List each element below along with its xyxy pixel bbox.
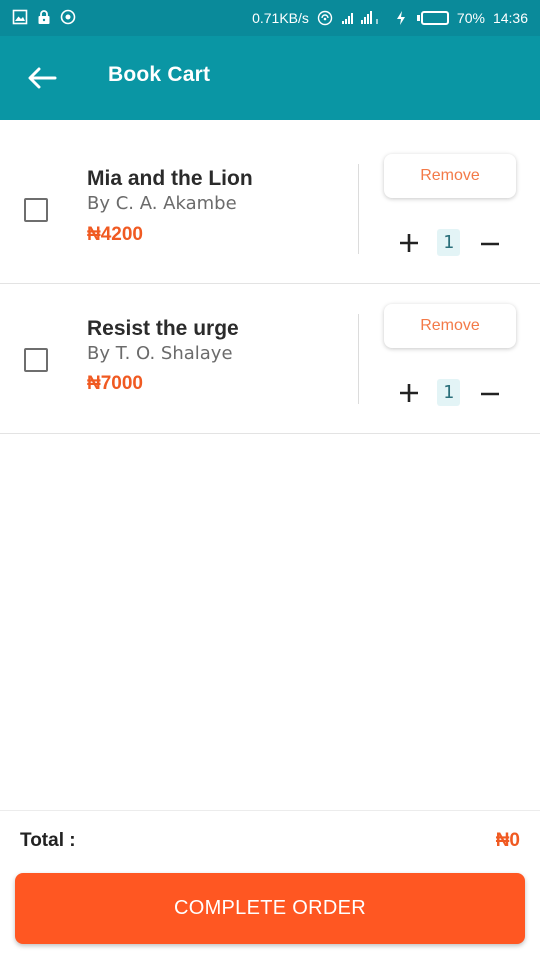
complete-order-button[interactable]: COMPLETE ORDER xyxy=(15,873,525,944)
network-speed: 0.71KB/s xyxy=(252,10,309,26)
lock-icon xyxy=(38,10,50,24)
charging-icon xyxy=(396,11,405,25)
cart-item: Mia and the Lion By C. A. Akambe ₦4200 R… xyxy=(0,134,540,284)
status-left-icons xyxy=(12,9,76,25)
quantity-stepper: 1 xyxy=(396,228,506,258)
cart-item: Resist the urge By T. O. Shalaye ₦7000 R… xyxy=(0,284,540,434)
select-item-checkbox[interactable] xyxy=(24,348,48,372)
book-author: By T. O. Shalaye xyxy=(87,343,233,364)
status-bar: 0.71KB/s 70% 14:36 xyxy=(0,0,540,36)
vertical-divider xyxy=(358,314,359,404)
clock: 14:36 xyxy=(492,10,528,26)
book-price: ₦7000 xyxy=(87,373,143,394)
quantity-stepper: 1 xyxy=(396,378,506,408)
app-bar: Book Cart xyxy=(0,36,540,120)
total-label: Total : xyxy=(20,830,76,851)
status-right: 0.71KB/s 70% 14:36 xyxy=(252,0,528,36)
battery-nub xyxy=(416,15,420,21)
hotspot-icon xyxy=(317,10,333,26)
back-button[interactable] xyxy=(22,60,62,96)
page-title: Book Cart xyxy=(108,63,211,86)
record-icon xyxy=(60,9,76,25)
minus-icon[interactable] xyxy=(478,378,502,408)
remove-button[interactable]: Remove xyxy=(384,154,516,198)
battery-icon xyxy=(416,11,449,25)
battery-percent: 70% xyxy=(456,10,485,26)
book-title: Mia and the Lion xyxy=(87,167,253,190)
select-item-checkbox[interactable] xyxy=(24,198,48,222)
plus-icon[interactable] xyxy=(396,378,422,408)
quantity-value: 1 xyxy=(437,229,460,256)
signal-icon xyxy=(341,11,378,24)
vertical-divider xyxy=(358,164,359,254)
quantity-value: 1 xyxy=(437,379,460,406)
book-title: Resist the urge xyxy=(87,317,239,340)
arrow-left-icon xyxy=(28,67,57,89)
battery-body xyxy=(420,11,449,25)
book-price: ₦4200 xyxy=(87,224,143,245)
remove-button[interactable]: Remove xyxy=(384,304,516,348)
gallery-icon xyxy=(12,9,28,25)
plus-icon[interactable] xyxy=(396,228,422,258)
total-row: Total : ₦0 xyxy=(0,810,540,870)
book-author: By C. A. Akambe xyxy=(87,193,237,214)
total-value: ₦0 xyxy=(495,830,520,851)
minus-icon[interactable] xyxy=(478,228,502,258)
